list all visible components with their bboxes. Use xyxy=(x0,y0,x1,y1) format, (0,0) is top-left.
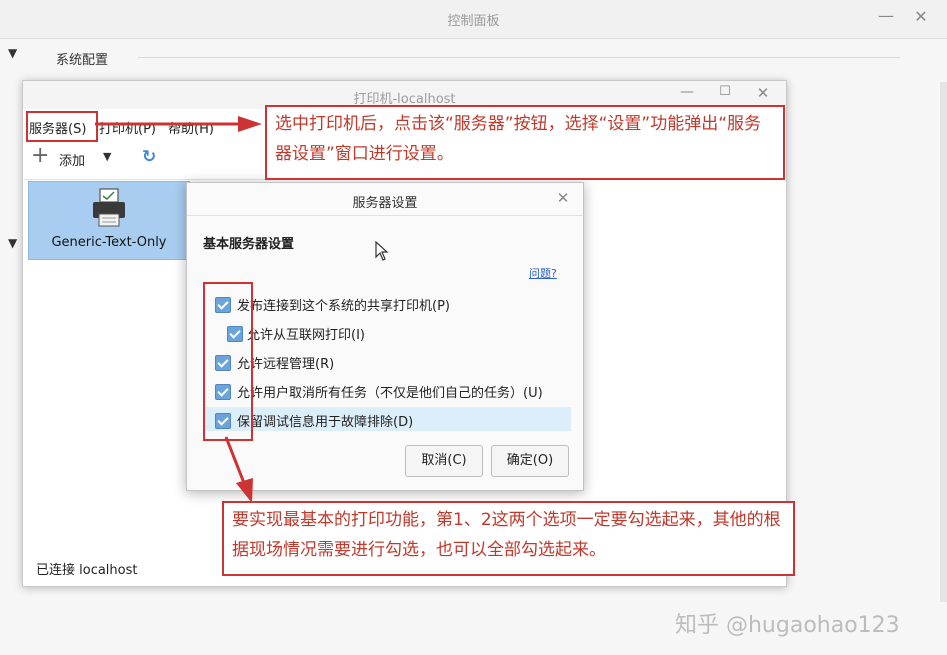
highlight-box xyxy=(203,282,253,441)
option-label: 发布连接到这个系统的共享打印机(P) xyxy=(237,299,450,314)
dialog-divider xyxy=(187,215,583,216)
mouse-cursor-icon xyxy=(375,241,389,261)
option-label: 允许用户取消所有任务（不仅是他们自己的任务）(U) xyxy=(237,386,543,401)
annotation-note: 选中打印机后，点击该“服务器”按钮，选择“设置”功能弹出“服务器设置”窗口进行设… xyxy=(265,105,785,180)
printer-item[interactable]: Generic-Text-Only xyxy=(28,181,190,260)
section-heading: 基本服务器设置 xyxy=(203,237,295,252)
section-system-config: 系统配置 xyxy=(56,53,109,68)
watermark: 知乎 @hugaohao123 xyxy=(675,613,900,638)
cancel-button[interactable]: 取消(C) xyxy=(405,445,483,477)
collapse-arrow-icon[interactable]: ▼ xyxy=(8,236,17,250)
close-icon[interactable]: ✕ xyxy=(555,189,571,207)
option-label: 保留调试信息用于故障排除(D) xyxy=(237,415,414,430)
section-divider xyxy=(138,57,900,58)
close-icon[interactable]: ✕ xyxy=(754,84,772,102)
close-icon[interactable]: ✕ xyxy=(911,7,931,27)
collapse-arrow-icon[interactable]: ▼ xyxy=(8,46,17,60)
menu-printer[interactable]: 打印机(P) xyxy=(99,118,156,137)
plus-icon[interactable]: + xyxy=(31,143,49,169)
scrollbar[interactable] xyxy=(940,82,947,602)
add-button[interactable]: 添加 xyxy=(59,150,85,169)
menu-help[interactable]: 帮助(H) xyxy=(168,118,214,137)
refresh-icon[interactable]: ↻ xyxy=(142,147,156,167)
dialog-title: 服务器设置 xyxy=(352,196,418,211)
minimize-icon[interactable]: — xyxy=(876,6,896,26)
triangle-down-icon[interactable]: ▼ xyxy=(103,150,111,163)
control-panel-title: 控制面板 xyxy=(447,14,500,29)
maximize-icon[interactable]: ☐ xyxy=(716,84,734,99)
status-bar: 已连接 localhost xyxy=(36,563,138,578)
annotation-note: 要实现最基本的打印功能，第1、2这两个选项一定要勾选起来，其他的根据现场情况需要… xyxy=(222,501,795,576)
minimize-icon[interactable]: — xyxy=(678,84,696,100)
printer-name: Generic-Text-Only xyxy=(51,235,167,250)
highlight-box xyxy=(26,111,98,142)
option-label: 允许从互联网打印(I) xyxy=(247,328,365,343)
help-link[interactable]: 问题? xyxy=(529,265,557,281)
ok-button[interactable]: 确定(O) xyxy=(491,445,569,477)
printer-icon xyxy=(93,188,125,227)
